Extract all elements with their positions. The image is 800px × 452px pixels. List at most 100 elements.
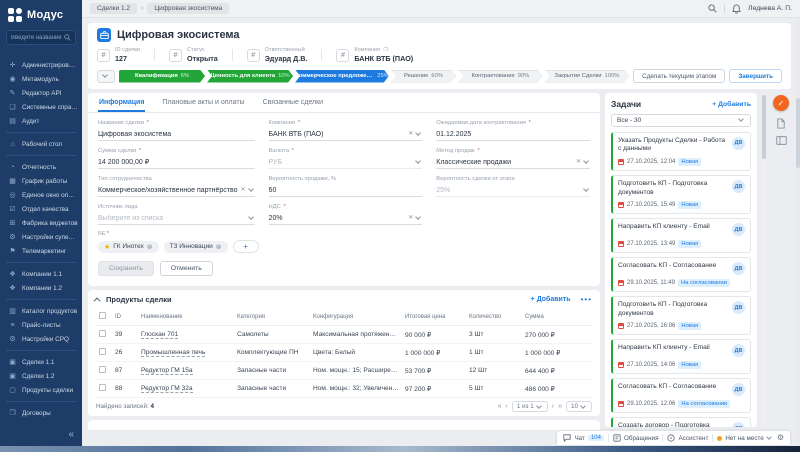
select-all-checkbox[interactable] bbox=[96, 308, 112, 326]
sidebar-item[interactable]: ▣Сделки 1.2 bbox=[0, 369, 82, 383]
task-card[interactable]: Согласовать КП - СогласованиеДВ29.10.202… bbox=[611, 378, 751, 413]
row-checkbox[interactable] bbox=[96, 362, 112, 380]
sidebar-item[interactable]: ❖Компании 1.2 bbox=[0, 281, 82, 295]
sidebar-item[interactable]: ⚑Телемаркетинг bbox=[0, 244, 82, 258]
pipeline-collapse-button[interactable] bbox=[97, 70, 115, 83]
collapsed-section[interactable] bbox=[88, 420, 600, 430]
sidebar-item[interactable]: ◎Единое окно оператора bbox=[0, 188, 82, 202]
add-product-button[interactable]: + Добавить bbox=[531, 296, 571, 303]
chevron-down-icon[interactable] bbox=[248, 214, 254, 220]
first-page-button[interactable]: « bbox=[498, 403, 502, 410]
chevron-down-icon[interactable] bbox=[415, 214, 421, 220]
tab-active[interactable]: Информация bbox=[98, 93, 145, 112]
sidebar-collapse-button[interactable]: « bbox=[68, 429, 74, 440]
field-input[interactable]: Коммерческое/хозяйственное партнёрство✕ bbox=[98, 184, 255, 197]
tasks-filter-select[interactable]: Все - 30 bbox=[611, 114, 751, 127]
task-card[interactable]: Подготовить КП - Подготовка документовДВ… bbox=[611, 175, 751, 214]
journal-rail-button[interactable] bbox=[776, 136, 787, 145]
files-rail-button[interactable] bbox=[776, 118, 786, 129]
product-link[interactable]: Промышленная печь bbox=[141, 349, 205, 357]
field-input[interactable]: Выберите из списка bbox=[98, 212, 255, 225]
pipeline-stage[interactable]: Ценность для клиента10% bbox=[207, 70, 293, 83]
remove-tag-icon[interactable]: ⊗ bbox=[147, 243, 153, 251]
sidebar-item[interactable]: ☑Отдел качества bbox=[0, 202, 82, 216]
sidebar-item[interactable]: ✛Администрирование bbox=[0, 58, 82, 72]
appeals-button[interactable]: Обращения bbox=[613, 434, 659, 442]
product-link[interactable]: Редуктор ГМ 32а bbox=[141, 385, 193, 393]
table-row[interactable]: 87Редуктор ГМ 15аЗапасные частиНом. мощн… bbox=[96, 362, 592, 380]
sidebar-item[interactable]: ▦График работы bbox=[0, 174, 82, 188]
pipeline-stage[interactable]: Квалификация6% bbox=[119, 70, 205, 83]
field-input[interactable]: 14 200 000,00 ₽ bbox=[98, 156, 255, 169]
task-card[interactable]: Создать договор - Подготовка документовД… bbox=[611, 417, 751, 427]
chevron-down-icon[interactable] bbox=[415, 130, 421, 136]
window-scrollbar[interactable] bbox=[796, 18, 800, 446]
table-row[interactable]: 26Промышленная печьКомплектующие ПНЦвета… bbox=[96, 344, 592, 362]
chevron-up-icon[interactable] bbox=[94, 297, 101, 304]
sidebar-item[interactable]: ✎Редактор API bbox=[0, 86, 82, 100]
sidebar-item[interactable]: ▢Продукты сделки bbox=[0, 383, 82, 397]
remove-tag-icon[interactable]: ⊗ bbox=[216, 243, 222, 251]
assistant-button[interactable]: Ассистент bbox=[667, 434, 708, 442]
pipeline-stage[interactable]: Закрытие Сделки100% bbox=[545, 70, 630, 83]
task-card[interactable]: Направить КП клиенту - EmailДВ27.10.2025… bbox=[611, 218, 751, 253]
sidebar-item[interactable]: ⌂Рабочий стол bbox=[0, 137, 82, 151]
sidebar-item[interactable]: ❖Компании 1.1 bbox=[0, 267, 82, 281]
add-tag-button[interactable]: + bbox=[233, 240, 259, 253]
business-unit-tag[interactable]: ★ГК Инотех⊗ bbox=[98, 241, 159, 253]
pipeline-stage[interactable]: Коммерческое предложение25% bbox=[295, 70, 389, 83]
tab-item[interactable]: Плановые акты и оплаты bbox=[161, 93, 245, 112]
last-page-button[interactable]: » bbox=[558, 403, 562, 410]
sidebar-item[interactable]: ❏Системные справочни... bbox=[0, 100, 82, 114]
page-select[interactable]: 1 из 1 bbox=[512, 401, 548, 412]
product-link[interactable]: Редуктор ГМ 15а bbox=[141, 367, 193, 375]
clear-icon[interactable]: ✕ bbox=[241, 187, 246, 193]
field-input[interactable]: РУБ bbox=[269, 156, 423, 169]
presence-select[interactable]: Нет на месте bbox=[717, 435, 773, 442]
save-button[interactable]: Сохранить bbox=[98, 261, 154, 276]
cancel-button[interactable]: Отменить bbox=[160, 261, 213, 276]
field-input[interactable]: 01.12.2025 bbox=[436, 128, 590, 141]
add-task-button[interactable]: + Добавить bbox=[712, 101, 751, 108]
field-input[interactable]: 20%✕ bbox=[269, 212, 423, 225]
global-search-button[interactable] bbox=[708, 4, 717, 13]
sidebar-item[interactable]: ◔Отчетность bbox=[0, 160, 82, 174]
pipeline-stage[interactable]: Контрактование90% bbox=[458, 70, 543, 83]
sidebar-item[interactable]: ◉Метамодуль bbox=[0, 72, 82, 86]
sidebar-search-input[interactable] bbox=[11, 35, 64, 41]
sidebar-item[interactable]: ⚙Настройки CPQ bbox=[0, 332, 82, 346]
chat-button[interactable]: Чат 104 bbox=[563, 434, 603, 442]
app-logo[interactable]: Модус bbox=[0, 0, 82, 28]
clear-icon[interactable]: ✕ bbox=[408, 215, 413, 221]
field-input[interactable]: БАНК ВТБ (ПАО)✕ bbox=[269, 128, 423, 141]
chevron-down-icon[interactable] bbox=[415, 158, 421, 164]
sidebar-item[interactable]: ▤Аудит bbox=[0, 114, 82, 128]
clear-icon[interactable]: ✕ bbox=[576, 159, 581, 165]
prev-page-button[interactable]: ‹ bbox=[505, 403, 507, 410]
products-menu-button[interactable]: ••• bbox=[581, 295, 592, 304]
sidebar-item[interactable]: ▣Сделки 1.1 bbox=[0, 355, 82, 369]
task-card[interactable]: Подготовить КП - Подготовка документовДВ… bbox=[611, 296, 751, 335]
task-card[interactable]: Направить КП клиенту - EmailДВ27.10.2025… bbox=[611, 339, 751, 374]
table-row[interactable]: 39Глоскан 701СамолетыМаксимальная протяж… bbox=[96, 326, 592, 344]
task-card[interactable]: Указать Продукты Сделки - Работа с данны… bbox=[611, 132, 751, 171]
task-card[interactable]: Согласовать КП - СогласованиеДВ29.10.202… bbox=[611, 257, 751, 292]
user-menu[interactable]: Леднева А. П. bbox=[748, 5, 792, 12]
sidebar-item[interactable]: ❒Договоры bbox=[0, 406, 82, 420]
clear-icon[interactable]: ✕ bbox=[408, 131, 413, 137]
tasks-scrollbar[interactable] bbox=[762, 93, 766, 427]
field-input[interactable]: 25% bbox=[436, 184, 590, 197]
sidebar-item[interactable]: ⚙Настройки супервайзе... bbox=[0, 230, 82, 244]
breadcrumb-item[interactable]: Сделки 1.2 bbox=[90, 3, 137, 14]
tasks-rail-button[interactable]: ✓ bbox=[773, 95, 789, 111]
row-checkbox[interactable] bbox=[96, 344, 112, 362]
field-input[interactable]: Классические продажи✕ bbox=[436, 156, 590, 169]
breadcrumb-item[interactable]: Цифровая экосистема bbox=[147, 3, 229, 14]
sidebar-item[interactable]: ▥Каталог продуктов bbox=[0, 304, 82, 318]
set-current-stage-button[interactable]: Сделать текущим этапом bbox=[633, 69, 725, 83]
row-checkbox[interactable] bbox=[96, 326, 112, 344]
sidebar-search[interactable] bbox=[6, 30, 76, 45]
chevron-down-icon[interactable] bbox=[248, 186, 254, 192]
chevron-down-icon[interactable] bbox=[583, 158, 589, 164]
next-page-button[interactable]: › bbox=[552, 403, 554, 410]
